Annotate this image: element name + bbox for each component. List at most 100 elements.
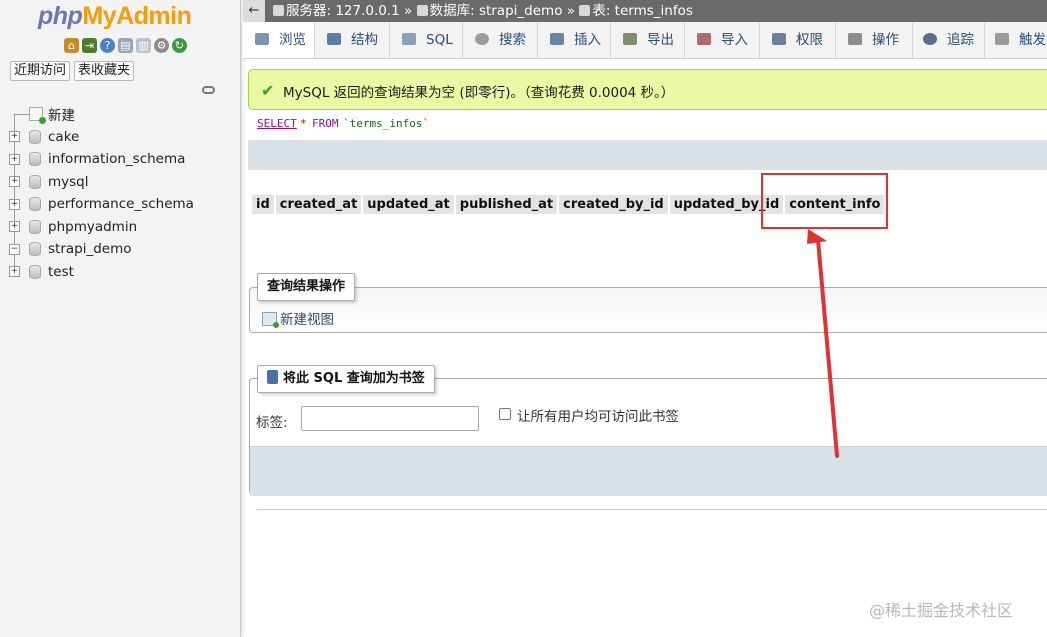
tree-item-cake[interactable]: + cake: [0, 126, 240, 149]
tab-browse[interactable]: 浏览: [243, 22, 315, 58]
tracking-icon: [923, 33, 937, 45]
tree-item-label[interactable]: strapi_demo: [48, 241, 132, 257]
tab-label: 触发: [1019, 32, 1046, 48]
browse-icon: [255, 33, 269, 45]
tree-item-phpmyadmin[interactable]: + phpmyadmin: [0, 216, 240, 239]
divider: [257, 509, 1047, 510]
navigation-panel: phpMyAdmin ⌂ ⇥ ? ▤ ▥ ⚙ ↻ 近期访问 表收藏夹 新建 + …: [0, 0, 241, 637]
sql-options-bar: [248, 140, 1047, 170]
tree-item-mysql[interactable]: + mysql: [0, 171, 240, 194]
sql-keyword-select[interactable]: SELECT: [257, 117, 297, 130]
create-view-link[interactable]: 新建视图: [262, 308, 334, 328]
create-view-label[interactable]: 新建视图: [280, 312, 334, 328]
tab-search[interactable]: 搜索: [463, 22, 538, 58]
breadcrumb-server[interactable]: 服务器: 127.0.0.1: [286, 3, 400, 19]
privileges-icon: [772, 33, 786, 45]
tree-item-label[interactable]: information_schema: [48, 151, 185, 167]
server-icon: [273, 5, 284, 16]
collapse-icon[interactable]: −: [9, 243, 20, 255]
structure-icon: [327, 33, 341, 45]
sql-icon: [402, 33, 416, 45]
tree-item-information-schema[interactable]: + information_schema: [0, 148, 240, 171]
expand-icon[interactable]: +: [9, 198, 20, 210]
column-header-published-at[interactable]: published_at: [455, 195, 558, 214]
bookmark-footer-bar: [250, 446, 1047, 496]
tab-privileges[interactable]: 权限: [760, 22, 836, 58]
bookmark-legend: 将此 SQL 查询加为书签: [257, 365, 435, 393]
bookmark-label-input[interactable]: [301, 406, 479, 431]
success-check-icon: ✔: [261, 81, 275, 100]
tree-item-label[interactable]: 新建: [48, 104, 75, 124]
watermark: @稀土掘金技术社区: [869, 601, 1014, 620]
column-header-created-by-id[interactable]: created_by_id: [559, 195, 668, 214]
database-icon: [29, 242, 41, 257]
query-results-operations-legend: 查询结果操作: [257, 273, 356, 301]
tab-sql[interactable]: SQL: [390, 22, 463, 58]
reload-icon[interactable]: ↻: [172, 38, 187, 53]
expand-icon[interactable]: +: [9, 176, 20, 188]
docs-icon[interactable]: ▤: [118, 38, 133, 53]
breadcrumb-table[interactable]: 表: terms_infos: [592, 3, 693, 19]
tab-insert[interactable]: 插入: [538, 22, 611, 58]
tab-label: 搜索: [499, 32, 526, 48]
create-view-icon: [262, 312, 279, 328]
shared-bookmark-label[interactable]: 让所有用户均可访问此书签: [517, 405, 679, 425]
tab-label: 结构: [351, 32, 378, 48]
exit-icon[interactable]: ⇥: [82, 38, 97, 53]
help-icon[interactable]: ?: [100, 38, 115, 53]
database-tree: 新建 + cake + information_schema + mysql +…: [0, 103, 240, 283]
main-panel: ← 服务器: 127.0.0.1 » 数据库: strapi_demo » 表:…: [243, 0, 1047, 637]
tree-item-label[interactable]: phpmyadmin: [48, 219, 137, 235]
tab-label: 操作: [872, 32, 899, 48]
sql-table-name: `terms_infos`: [343, 117, 430, 130]
back-arrow-icon[interactable]: ←: [243, 0, 265, 22]
tab-structure[interactable]: 结构: [315, 22, 390, 58]
bookmark-icon: [267, 370, 278, 384]
breadcrumb: ← 服务器: 127.0.0.1 » 数据库: strapi_demo » 表:…: [243, 0, 1047, 22]
tree-item-label[interactable]: mysql: [48, 174, 89, 190]
tree-item-strapi-demo[interactable]: − strapi_demo: [0, 238, 240, 261]
nav-tabs: 近期访问 表收藏夹: [10, 61, 135, 81]
tree-item-label[interactable]: performance_schema: [48, 196, 194, 212]
tab-label: 导入: [721, 32, 748, 48]
tab-triggers[interactable]: 触发: [985, 22, 1047, 58]
tab-label: 权限: [796, 32, 823, 48]
shared-bookmark-checkbox[interactable]: [499, 408, 511, 420]
sql-star: *: [300, 117, 307, 130]
bookmark-legend-text: 将此 SQL 查询加为书签: [283, 371, 425, 386]
tree-item-label[interactable]: cake: [48, 129, 79, 145]
column-header-updated-at[interactable]: updated_at: [363, 195, 454, 214]
tree-item-label[interactable]: test: [48, 264, 74, 280]
settings-icon[interactable]: ⚙: [154, 38, 169, 53]
bookmark-label-text: 标签:: [256, 415, 288, 431]
expand-icon[interactable]: +: [9, 266, 20, 278]
column-header-created-at[interactable]: created_at: [275, 195, 362, 214]
favorite-tables-button[interactable]: 表收藏夹: [74, 61, 135, 81]
table-tabs: 浏览 结构 SQL 搜索 插入 导出 导入 权限 操作 追踪 触发: [243, 22, 1047, 59]
expand-icon[interactable]: +: [9, 153, 20, 165]
phpmyadmin-logo[interactable]: phpMyAdmin: [38, 2, 192, 31]
sql-keyword-from: FROM: [312, 117, 339, 130]
home-icon[interactable]: ⌂: [64, 38, 79, 53]
tab-export[interactable]: 导出: [611, 22, 685, 58]
breadcrumb-separator: »: [404, 3, 413, 19]
expand-icon[interactable]: +: [9, 131, 20, 143]
success-message-text: MySQL 返回的查询结果为空 (即零行)。（查询花费 0.0004 秒。）: [283, 85, 675, 101]
tab-operations[interactable]: 操作: [836, 22, 913, 58]
logo-php: php: [38, 2, 83, 30]
expand-icon[interactable]: +: [9, 221, 20, 233]
database-icon: [29, 129, 41, 144]
tree-item-new[interactable]: 新建: [0, 103, 240, 126]
tree-branch-line: [15, 113, 29, 115]
sql-docs-icon[interactable]: ▥: [136, 38, 151, 53]
tab-import[interactable]: 导入: [685, 22, 760, 58]
sql-query-display: SELECT * FROM `terms_infos`: [248, 112, 1047, 139]
breadcrumb-database[interactable]: 数据库: strapi_demo: [430, 3, 563, 19]
tree-item-performance-schema[interactable]: + performance_schema: [0, 193, 240, 216]
link-with-main-panel-icon[interactable]: [202, 86, 215, 94]
column-header-id[interactable]: id: [252, 195, 274, 214]
recent-tables-button[interactable]: 近期访问: [10, 61, 71, 81]
import-icon: [697, 33, 711, 45]
tab-tracking[interactable]: 追踪: [913, 22, 985, 58]
tree-item-test[interactable]: + test: [0, 261, 240, 284]
